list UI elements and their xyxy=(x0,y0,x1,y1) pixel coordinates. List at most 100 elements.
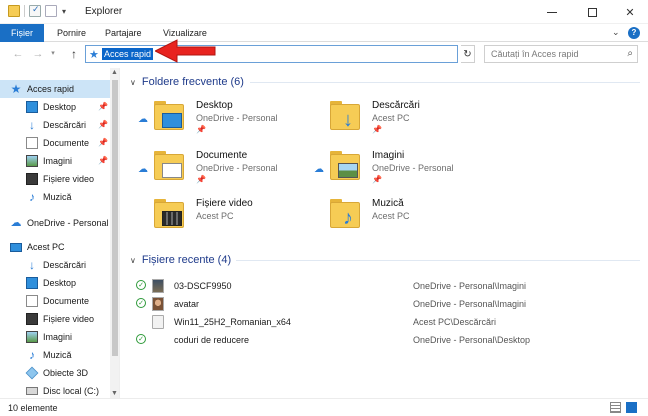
sidebar-item-quick-access[interactable]: ★ Acces rapid xyxy=(0,80,110,98)
minimize-button[interactable] xyxy=(536,0,568,24)
arrow-shape xyxy=(155,39,216,63)
sidebar-item-label: Documente xyxy=(43,138,90,148)
properties-icon[interactable] xyxy=(29,4,41,17)
folder-name: Fișiere video xyxy=(196,198,253,209)
window-title: Explorer xyxy=(85,6,123,17)
section-title: Foldere frecvente (6) xyxy=(141,76,244,88)
sidebar-item-this-pc[interactable]: Acest PC xyxy=(0,238,110,256)
folder-icon xyxy=(154,198,188,230)
up-button[interactable]: ↑ xyxy=(66,45,82,63)
minimize-icon xyxy=(547,11,557,13)
scroll-down-icon[interactable]: ▼ xyxy=(111,390,118,397)
section-divider xyxy=(236,260,640,261)
folder-location: OneDrive - Personal xyxy=(372,163,454,173)
sidebar-item-label: Imagini xyxy=(43,156,73,166)
documents-icon xyxy=(26,295,38,307)
sidebar-item-downloads[interactable]: ↓ Descărcări 📌 xyxy=(0,116,110,134)
frequent-folder-videos[interactable]: Fișiere video Acest PC xyxy=(138,196,318,242)
sidebar-item-onedrive[interactable]: ☁ OneDrive - Personal xyxy=(0,214,110,232)
maximize-icon xyxy=(587,7,597,17)
frequent-folder-music[interactable]: ♪ Muzică Acest PC xyxy=(314,196,494,242)
sidebar-item-documents[interactable]: Documente 📌 xyxy=(0,134,110,152)
search-input[interactable]: Căutați în Acces rapid xyxy=(491,49,579,59)
search-icon: ⌕ xyxy=(627,48,633,59)
recent-files-header[interactable]: ∨ Fișiere recente (4) xyxy=(130,252,231,268)
pictures-icon xyxy=(26,155,38,167)
documents-icon xyxy=(162,163,182,178)
sidebar-item-pc-music[interactable]: ♪ Muzică xyxy=(0,346,110,364)
quick-access-toolbar: ▾ xyxy=(8,4,66,17)
collapse-chevron-icon: ∨ xyxy=(130,255,136,265)
maximize-button[interactable] xyxy=(576,0,608,24)
sidebar-item-videos[interactable]: Fișiere video xyxy=(0,170,110,188)
sidebar-item-pc-videos[interactable]: Fișiere video xyxy=(0,310,110,328)
pin-icon: 📌 xyxy=(196,175,206,184)
pin-icon: 📌 xyxy=(372,125,382,134)
tab-share[interactable]: Partajare xyxy=(105,24,142,42)
navigation-bar: ← → ▾ ↑ ★ Acces rapid ↻ Căutați în Acces… xyxy=(0,42,648,66)
downloads-icon: ↓ xyxy=(29,118,35,132)
recent-file-row[interactable]: ✓ avatar OneDrive - Personal\Imagini xyxy=(136,295,636,313)
sidebar-item-label: Descărcări xyxy=(43,260,87,270)
folder-location: Acest PC xyxy=(196,211,234,221)
frequent-folder-pictures[interactable]: ☁ Imagini OneDrive - Personal 📌 xyxy=(314,148,494,194)
recent-file-row[interactable]: ✓ coduri de reducere OneDrive - Personal… xyxy=(136,331,636,349)
sidebar-scrollbar[interactable]: ▲ ▼ xyxy=(110,68,119,398)
help-icon[interactable]: ? xyxy=(628,27,640,39)
content-pane: ∨ Foldere frecvente (6) ☁ Desktop OneDri… xyxy=(122,68,648,398)
customize-toolbar-chevron-icon[interactable]: ▾ xyxy=(62,7,66,16)
sidebar-item-music[interactable]: ♪ Muzică xyxy=(0,188,110,206)
sidebar-item-label: Descărcări xyxy=(43,120,87,130)
sidebar-item-pc-desktop[interactable]: Desktop xyxy=(0,274,110,292)
file-name: avatar xyxy=(174,299,200,309)
recent-file-row[interactable]: ✓ 03-DSCF9950 OneDrive - Personal\Imagin… xyxy=(136,277,636,295)
sidebar-item-desktop[interactable]: Desktop 📌 xyxy=(0,98,110,116)
sidebar-item-pictures[interactable]: Imagini 📌 xyxy=(0,152,110,170)
section-divider xyxy=(250,82,640,83)
desktop-icon xyxy=(26,101,38,113)
sidebar-item-label: OneDrive - Personal xyxy=(27,218,109,228)
close-button[interactable]: ✕ xyxy=(614,0,646,24)
expand-ribbon-icon[interactable]: ⌄ xyxy=(612,27,620,38)
large-icons-view-icon[interactable] xyxy=(626,402,637,413)
onedrive-cloud-icon: ☁ xyxy=(314,164,324,175)
disc-image-file-icon xyxy=(152,315,164,329)
file-name: Win11_25H2_Romanian_x64 xyxy=(174,317,291,327)
frequent-folder-desktop[interactable]: ☁ Desktop OneDrive - Personal 📌 xyxy=(138,98,318,144)
scroll-up-icon[interactable]: ▲ xyxy=(111,69,118,76)
recent-locations-button[interactable]: ▾ xyxy=(48,45,58,63)
sidebar-item-label: Imagini xyxy=(43,332,73,342)
videos-icon xyxy=(162,211,182,226)
refresh-button[interactable]: ↻ xyxy=(461,45,475,63)
sidebar-item-pc-local-disk[interactable]: Disc local (C:) xyxy=(0,382,110,398)
folder-icon: ♪ xyxy=(330,198,364,230)
tab-home[interactable]: Pornire xyxy=(57,24,86,42)
red-annotation-arrow xyxy=(155,39,216,63)
image-thumbnail-icon xyxy=(152,297,164,311)
onedrive-cloud-icon: ☁ xyxy=(138,164,148,175)
quick-access-star-icon: ★ xyxy=(89,49,99,61)
sidebar-item-label: Desktop xyxy=(43,278,77,288)
frequent-folder-documents[interactable]: ☁ Documente OneDrive - Personal 📌 xyxy=(138,148,318,194)
frequent-folders-header[interactable]: ∨ Foldere frecvente (6) xyxy=(130,74,244,90)
sidebar-item-pc-pictures[interactable]: Imagini xyxy=(0,328,110,346)
file-path: OneDrive - Personal\Imagini xyxy=(413,281,527,291)
sidebar-item-label: Documente xyxy=(43,296,90,306)
new-folder-icon[interactable] xyxy=(45,5,57,17)
recent-file-row[interactable]: Win11_25H2_Romanian_x64 Acest PC\Descărc… xyxy=(136,313,636,331)
forward-button[interactable]: → xyxy=(30,45,46,63)
back-button[interactable]: ← xyxy=(10,45,26,63)
frequent-folder-downloads[interactable]: ↓ Descărcări Acest PC 📌 xyxy=(314,98,494,144)
sidebar-item-pc-3d-objects[interactable]: Obiecte 3D xyxy=(0,364,110,382)
search-box[interactable]: Căutați în Acces rapid ⌕ xyxy=(484,45,638,63)
file-path: OneDrive - Personal\Desktop xyxy=(413,335,531,345)
synced-check-icon: ✓ xyxy=(136,280,146,290)
details-view-icon[interactable] xyxy=(610,402,621,413)
address-input[interactable]: Acces rapid xyxy=(102,48,154,60)
tab-file[interactable]: Fișier xyxy=(0,24,44,42)
file-name: 03-DSCF9950 xyxy=(174,281,232,291)
scrollbar-thumb[interactable] xyxy=(112,80,118,356)
address-bar[interactable]: ★ Acces rapid xyxy=(85,45,458,63)
sidebar-item-pc-downloads[interactable]: ↓ Descărcări xyxy=(0,256,110,274)
sidebar-item-pc-documents[interactable]: Documente xyxy=(0,292,110,310)
